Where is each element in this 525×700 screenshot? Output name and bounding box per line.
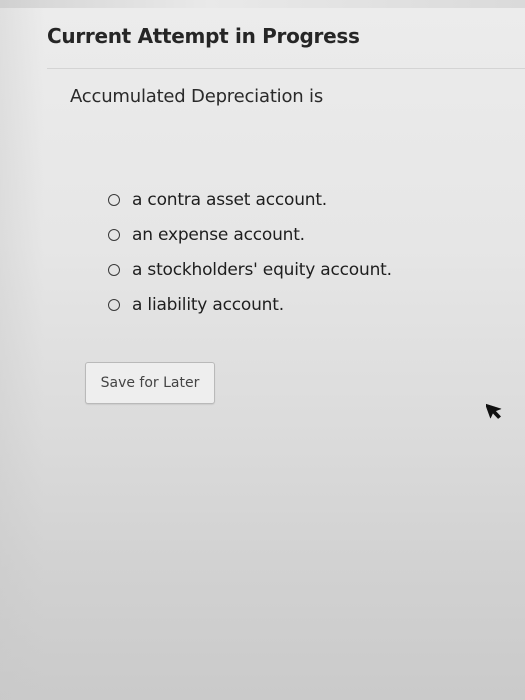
answer-option-label: an expense account. [132,224,305,245]
answer-option-label: a stockholders' equity account. [132,259,392,280]
top-edge-strip [0,0,525,8]
answer-option-label: a contra asset account. [132,189,328,210]
answer-option-label: a liability account. [132,294,284,315]
answer-options: a contra asset account. an expense accou… [108,182,392,322]
question-prompt: Accumulated Depreciation is [70,86,323,107]
radio-unchecked-icon[interactable] [108,228,120,241]
save-for-later-button[interactable]: Save for Later [85,362,215,404]
header-divider [47,68,525,69]
radio-unchecked-icon[interactable] [108,193,120,206]
answer-option-b[interactable]: an expense account. [108,217,392,252]
page-title: Current Attempt in Progress [47,24,360,48]
radio-unchecked-icon[interactable] [108,298,120,311]
radio-unchecked-icon[interactable] [108,263,120,276]
answer-option-a[interactable]: a contra asset account. [108,182,392,217]
left-page-margin [0,0,44,700]
answer-option-d[interactable]: a liability account. [108,287,392,322]
mouse-pointer-icon [486,403,502,419]
answer-option-c[interactable]: a stockholders' equity account. [108,252,392,287]
